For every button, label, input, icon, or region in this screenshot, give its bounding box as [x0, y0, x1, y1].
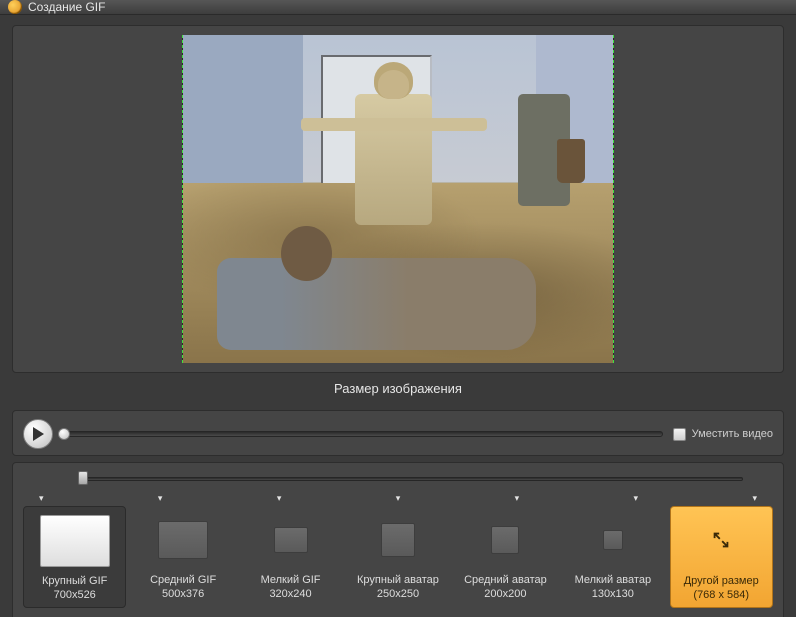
preset-label: Средний GIF [150, 574, 216, 588]
size-presets-panel: ▾▾▾▾▾▾▾ Крупный GIF700x526Средний GIF500… [12, 462, 784, 617]
size-marker[interactable]: ▾ [396, 493, 401, 504]
size-preset-card[interactable]: Мелкий аватар130x130 [562, 506, 663, 608]
size-preset-card[interactable]: Средний GIF500x376 [132, 506, 233, 608]
playback-slider[interactable] [63, 431, 663, 437]
size-preset-cards: Крупный GIF700x526Средний GIF500x376Мелк… [23, 506, 773, 608]
preset-thumbnail [603, 512, 623, 568]
section-header: Размер изображения [12, 379, 784, 404]
size-marker[interactable]: ▾ [158, 493, 163, 504]
expand-icon [710, 529, 732, 554]
preset-dimensions: 250x250 [377, 588, 419, 600]
preset-label: Средний аватар [464, 574, 547, 588]
preset-thumbnail [40, 513, 110, 569]
play-button[interactable] [23, 419, 53, 449]
play-icon [32, 427, 44, 441]
size-preset-card[interactable]: Мелкий GIF320x240 [240, 506, 341, 608]
preview-panel [12, 25, 784, 373]
preset-dimensions: (768 x 584) [693, 589, 749, 601]
preset-dimensions: 700x526 [54, 589, 96, 601]
preset-dimensions: 200x200 [484, 588, 526, 600]
playback-controls: Уместить видео [12, 410, 784, 456]
window-title: Создание GIF [28, 0, 105, 14]
video-preview[interactable] [182, 35, 614, 363]
preset-label: Мелкий GIF [261, 574, 321, 588]
size-range-slider[interactable] [83, 471, 743, 485]
preset-label: Крупный GIF [42, 575, 107, 589]
size-marker[interactable]: ▾ [752, 493, 757, 504]
size-preset-card[interactable]: Другой размер(768 x 584) [670, 506, 773, 608]
gif-creator-window: Создание GIF Размер изображения [0, 0, 796, 617]
size-preset-card[interactable]: Средний аватар200x200 [455, 506, 556, 608]
preset-thumbnail [274, 512, 308, 568]
preset-thumbnail [491, 512, 519, 568]
preset-label: Крупный аватар [357, 574, 439, 588]
size-range-thumb[interactable] [78, 471, 88, 485]
content-area: Размер изображения Уместить видео ▾▾▾▾▾▾… [0, 15, 796, 617]
fit-video-checkbox[interactable] [673, 428, 686, 441]
preset-thumbnail [710, 513, 732, 569]
preset-thumbnail [381, 512, 415, 568]
fit-video-label: Уместить видео [692, 428, 773, 440]
preset-label: Мелкий аватар [575, 574, 651, 588]
size-marker[interactable]: ▾ [515, 493, 520, 504]
preset-dimensions: 130x130 [592, 588, 634, 600]
titlebar: Создание GIF [0, 0, 796, 15]
preset-thumbnail [158, 512, 208, 568]
size-preset-card[interactable]: Крупный аватар250x250 [347, 506, 448, 608]
fit-video-option[interactable]: Уместить видео [673, 428, 773, 441]
app-icon [8, 0, 22, 14]
size-markers: ▾ ▾ ▾ ▾ ▾ ▾ ▾ [39, 493, 757, 504]
preset-dimensions: 320x240 [269, 588, 311, 600]
preset-label: Другой размер [684, 575, 759, 589]
preset-dimensions: 500x376 [162, 588, 204, 600]
size-marker[interactable]: ▾ [634, 493, 639, 504]
playback-slider-thumb[interactable] [58, 428, 70, 440]
size-marker[interactable]: ▾ [39, 493, 44, 504]
size-preset-card[interactable]: Крупный GIF700x526 [23, 506, 126, 608]
size-marker[interactable]: ▾ [277, 493, 282, 504]
